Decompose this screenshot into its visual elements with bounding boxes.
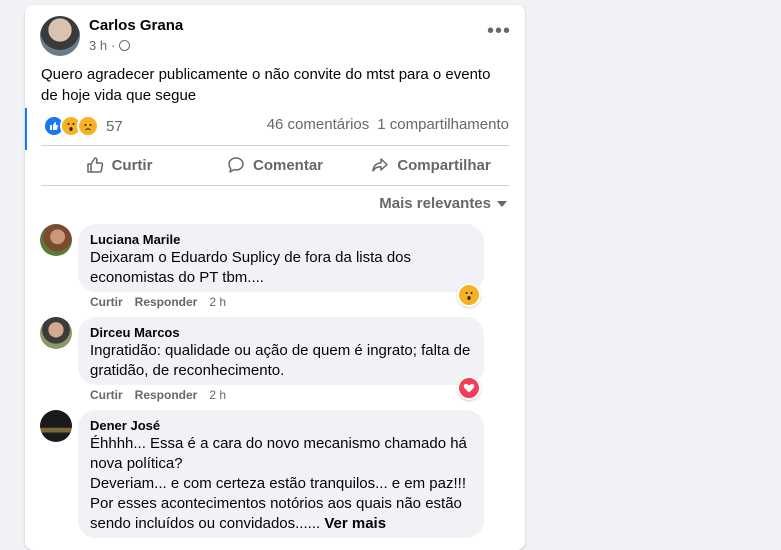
commenter-name[interactable]: Luciana Marile <box>90 232 472 248</box>
love-icon[interactable] <box>457 376 481 400</box>
post-text: Quero agradecer publicamente o não convi… <box>41 66 491 104</box>
shares-count[interactable]: 1 compartilhamento <box>377 116 509 133</box>
comment-reply-link[interactable]: Responder <box>135 295 198 309</box>
comment-like-link[interactable]: Curtir <box>90 388 123 402</box>
comments-count[interactable]: 46 comentários <box>267 116 370 133</box>
comment-time[interactable]: 2 h <box>209 295 226 309</box>
comment-bubble: Dener José Éhhhh... Essa é a cara do nov… <box>78 410 484 538</box>
focus-indicator <box>25 108 27 150</box>
engagement-counts: 46 comentários 1 compartilhamento <box>267 116 509 133</box>
comment-icon <box>228 157 244 173</box>
commenter-avatar[interactable] <box>40 317 72 349</box>
comment-button[interactable]: Comentar <box>197 146 353 184</box>
reaction-count: 57 <box>106 117 123 135</box>
comment-text: Ingratidão: qualidade ou ação de quem é … <box>90 342 471 379</box>
action-bar: Curtir Comentar Compartilhar <box>41 146 509 184</box>
comment-like-link[interactable]: Curtir <box>90 295 123 309</box>
author-avatar[interactable] <box>40 16 80 56</box>
comment-reply-link[interactable]: Responder <box>135 388 198 402</box>
divider <box>41 185 509 186</box>
like-button[interactable]: Curtir <box>41 146 197 184</box>
comment-bubble: Dirceu Marcos Ingratidão: qualidade ou a… <box>78 317 484 385</box>
wow-icon[interactable] <box>457 283 481 307</box>
comment-text-body: Éhhhh... Essa é a cara do novo mecanismo… <box>90 435 467 532</box>
comment-time[interactable]: 2 h <box>209 388 226 402</box>
post-time[interactable]: 3 h <box>89 38 107 53</box>
share-icon <box>372 158 389 172</box>
comment-bubble: Luciana Marile Deixaram o Eduardo Suplic… <box>78 224 484 292</box>
sad-icon <box>77 115 99 137</box>
see-more-link[interactable]: Ver mais <box>324 515 386 532</box>
post-meta: 3 h · <box>89 38 131 53</box>
commenter-avatar[interactable] <box>40 410 72 442</box>
commenter-name[interactable]: Dirceu Marcos <box>90 325 472 341</box>
comment-actions: Curtir Responder 2 h <box>90 295 226 309</box>
globe-icon <box>119 40 131 51</box>
reaction-summary[interactable]: 57 <box>43 115 123 137</box>
commenter-name[interactable]: Dener José <box>90 418 472 434</box>
author-name[interactable]: Carlos Grana <box>89 17 183 34</box>
comment-sort-dropdown[interactable]: Mais relevantes <box>379 195 507 212</box>
more-options-button[interactable]: ••• <box>487 21 511 41</box>
thumbs-up-icon <box>86 157 103 173</box>
post-card: Carlos Grana 3 h · ••• Quero agradecer p… <box>25 5 525 550</box>
commenter-avatar[interactable] <box>40 224 72 256</box>
comment-text: Éhhhh... Essa é a cara do novo mecanismo… <box>90 434 472 534</box>
caret-down-icon <box>497 200 507 207</box>
comment-actions: Curtir Responder 2 h <box>90 388 226 402</box>
share-button[interactable]: Compartilhar <box>353 146 509 184</box>
comment-text: Deixaram o Eduardo Suplicy de fora da li… <box>90 249 412 286</box>
